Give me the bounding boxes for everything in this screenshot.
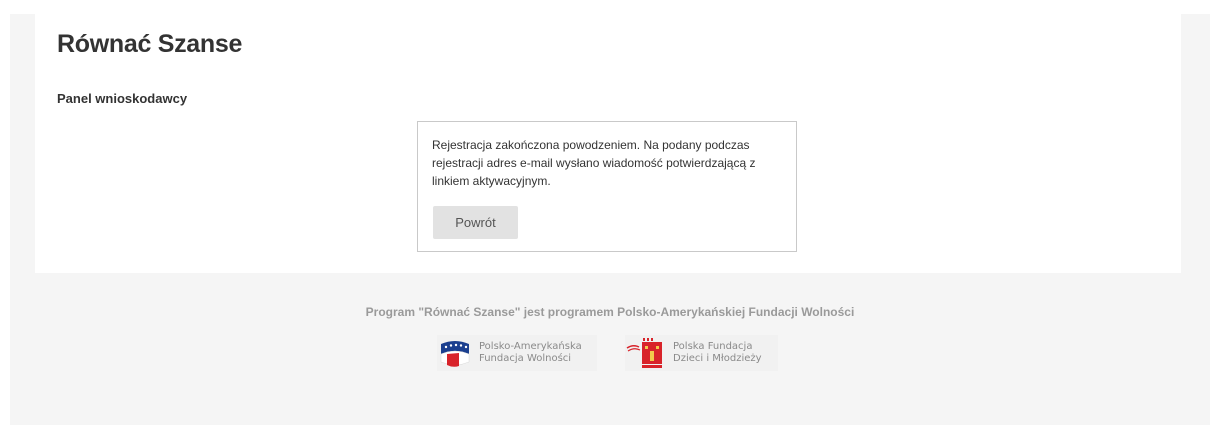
registration-success-message: Rejestracja zakończona powodzeniem. Na p… (432, 138, 756, 188)
pafw-logo-line2: Fundacja Wolności (479, 353, 572, 364)
pfdim-logo-line2: Dzieci i Młodzieży (673, 353, 762, 364)
pafw-logo-line1: Polsko-Amerykańska (479, 341, 582, 352)
back-button[interactable]: Powrót (433, 206, 518, 239)
footer-program-text: Program "Równać Szanse" jest programem P… (365, 305, 855, 319)
panel-heading: Panel wnioskodawcy (57, 91, 188, 106)
pafw-logo-link[interactable]: Polsko-Amerykańska Fundacja Wolności (437, 335, 597, 371)
pfdim-logo-link[interactable]: Polska Fundacja Dzieci i Młodzieży (625, 335, 778, 371)
pfdim-logo-text: Polska Fundacja Dzieci i Młodzieży (673, 341, 762, 365)
pafw-flag-icon (440, 341, 470, 367)
pfdim-logo-line1: Polska Fundacja (673, 341, 753, 352)
page-background: Równać Szanse Panel wnioskodawcy Rejestr… (10, 14, 1210, 425)
footer-logos: Polsko-Amerykańska Fundacja Wolności Pol… (435, 335, 795, 375)
pafw-logo-text: Polsko-Amerykańska Fundacja Wolności (479, 341, 582, 365)
site-title: Równać Szanse (57, 30, 243, 58)
pfdim-icon (626, 338, 662, 368)
registration-message-box: Rejestracja zakończona powodzeniem. Na p… (417, 121, 797, 252)
main-panel: Równać Szanse Panel wnioskodawcy Rejestr… (35, 14, 1181, 273)
